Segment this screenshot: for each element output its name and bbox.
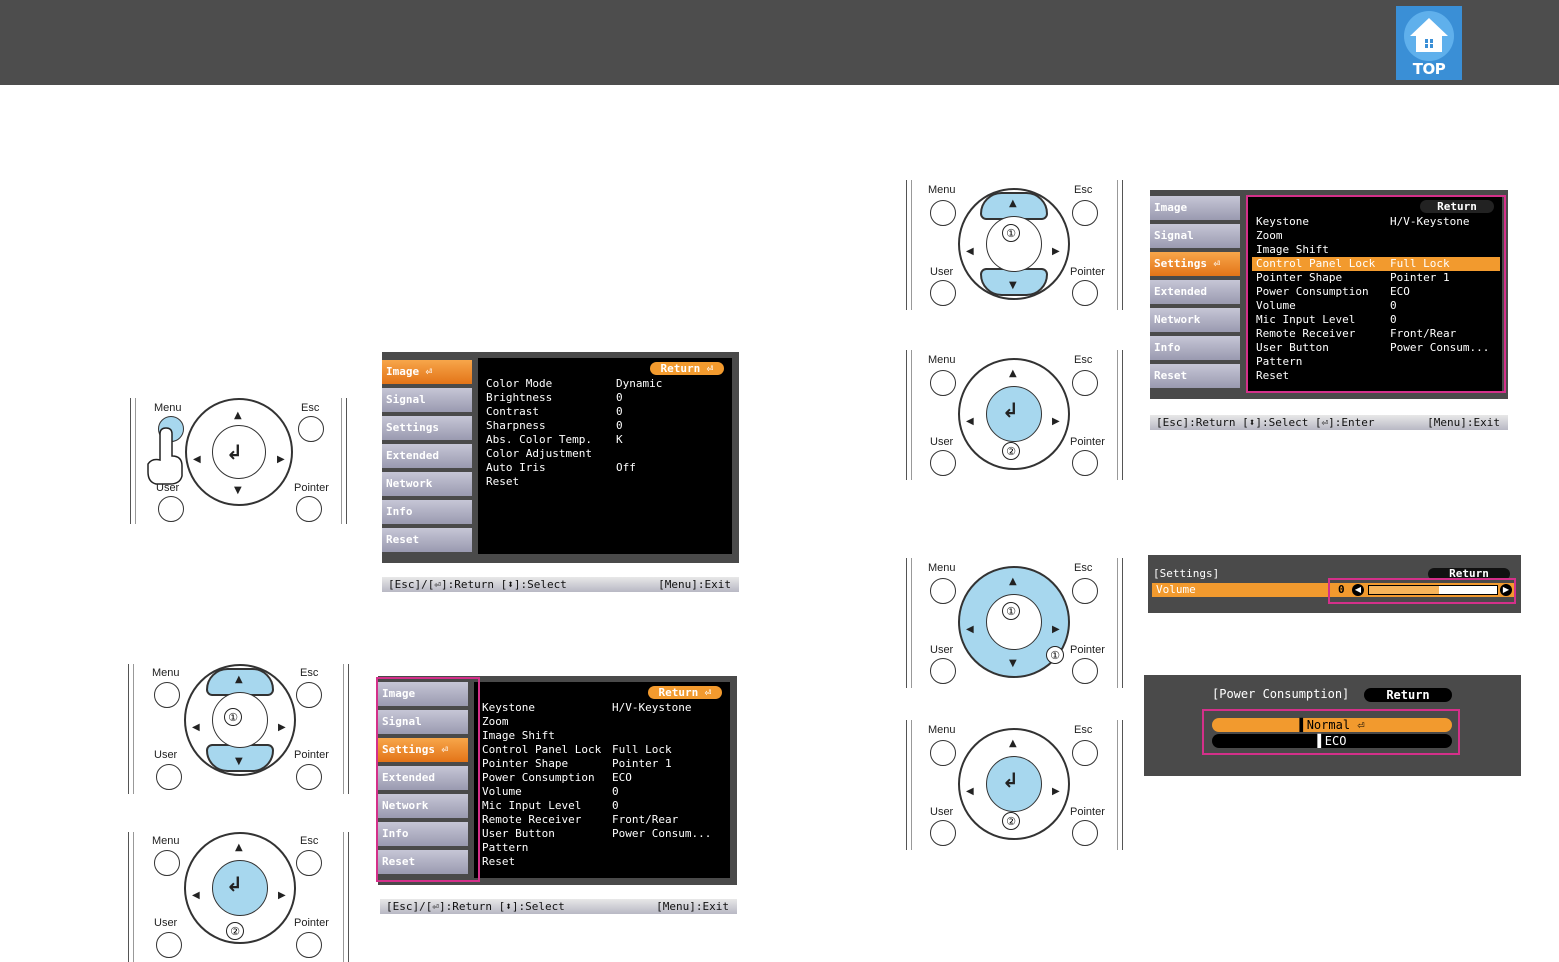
pointer-button[interactable] xyxy=(296,496,322,522)
remote-adjust: Menu Esc ▲ ▼ ◀ ▶ ① ① User Pointer xyxy=(906,558,1124,688)
menu-row-label: Color Adjustment xyxy=(486,447,592,460)
tab-network[interactable]: Network xyxy=(1150,308,1240,332)
menu-row[interactable]: Image Shift xyxy=(478,729,728,743)
top-label: TOP xyxy=(1412,60,1446,78)
menu-row-label: Zoom xyxy=(482,715,509,728)
tab-extended[interactable]: Extended xyxy=(382,444,472,468)
menu-row-label: Abs. Color Temp. xyxy=(486,433,592,446)
menu-row-label: Control Panel Lock xyxy=(482,743,602,756)
remote-enter-3: Menu Esc ▲▼ ◀▶ ↲ ② User Pointer xyxy=(906,720,1124,850)
menu-row[interactable]: Mic Input Level 0 xyxy=(478,799,728,813)
menu-row-value: Off xyxy=(616,461,636,474)
return-button[interactable]: Return xyxy=(1364,688,1452,702)
tab-image[interactable]: Image ⏎ xyxy=(382,360,472,384)
settings-menu-hint-2: [Esc]:Return [⬍]:Select [⏎]:Enter [Menu]… xyxy=(1150,415,1508,430)
menu-row-label: Power Consumption xyxy=(482,771,595,784)
menu-row-value: 0 xyxy=(616,405,623,418)
remote-updown: Menu Esc ▲ ▼ ◀ ▶ ① User Pointer xyxy=(128,664,350,794)
remote-menu-press: Menu Esc ▲ ▼ ◀ ▶ ↲ User Pointer xyxy=(130,398,348,524)
return-button[interactable]: Return ⏎ xyxy=(648,686,722,699)
menu-row-label: Reset xyxy=(486,475,520,488)
tab-settings[interactable]: Settings ⏎ xyxy=(1150,252,1240,276)
menu-row-label: Pointer Shape xyxy=(482,757,569,770)
remote-enter: Menu Esc ▲▼ ◀▶ ↲ ② User Pointer xyxy=(128,832,350,962)
highlight-frame xyxy=(376,677,480,882)
tab-info[interactable]: Info xyxy=(382,500,472,524)
remote-updown-2: Menu Esc ▲ ▼ ◀ ▶ ① User Pointer xyxy=(906,180,1124,310)
menu-row-label: Brightness xyxy=(486,391,553,404)
tab-signal[interactable]: Signal xyxy=(382,388,472,412)
tab-reset[interactable]: Reset xyxy=(382,528,472,552)
menu-row-label: Color Mode xyxy=(486,377,553,390)
menu-row[interactable]: Zoom xyxy=(478,715,728,729)
menu-row-label: Keystone xyxy=(482,701,535,714)
menu-row-label: Image Shift xyxy=(482,729,555,742)
menu-row-label: Sharpness xyxy=(486,419,546,432)
menu-row[interactable]: Abs. Color Temp. K xyxy=(482,433,730,447)
header-bar xyxy=(0,0,1559,85)
image-menu-hint: [Esc]/[⏎]:Return [⬍]:Select [Menu]:Exit xyxy=(382,577,739,592)
menu-row-label: Contrast xyxy=(486,405,539,418)
menu-row[interactable]: Remote Receiver Front/Rear xyxy=(478,813,728,827)
menu-row-value: 0 xyxy=(616,419,623,432)
menu-row[interactable]: Control Panel Lock Full Lock xyxy=(478,743,728,757)
menu-row[interactable]: Pattern xyxy=(478,841,728,855)
menu-row-label: Mic Input Level xyxy=(482,799,582,812)
menu-row-label: Remote Receiver xyxy=(482,813,582,826)
menu-row[interactable]: Reset xyxy=(478,855,728,869)
menu-row-value: 0 xyxy=(612,785,619,798)
menu-row-value: K xyxy=(616,433,623,446)
menu-row[interactable]: Power Consumption ECO xyxy=(478,771,728,785)
menu-row[interactable]: Keystone H/V-Keystone xyxy=(478,701,728,715)
menu-row[interactable]: Color Mode Dynamic xyxy=(482,377,730,391)
menu-row[interactable]: Volume 0 xyxy=(478,785,728,799)
finger-icon xyxy=(147,427,183,485)
menu-row-value: 0 xyxy=(612,799,619,812)
menu-row-value: Pointer 1 xyxy=(612,757,672,770)
menu-row[interactable]: Pointer Shape Pointer 1 xyxy=(478,757,728,771)
menu-row[interactable]: Auto Iris Off xyxy=(482,461,730,475)
menu-row-label: Volume xyxy=(482,785,522,798)
menu-row-value: ECO xyxy=(612,771,632,784)
menu-row[interactable]: Contrast 0 xyxy=(482,405,730,419)
tab-network[interactable]: Network xyxy=(382,472,472,496)
user-button[interactable] xyxy=(158,496,184,522)
image-menu-screen: Image ⏎ Signal Settings Extended Network… xyxy=(382,352,739,563)
tab-extended[interactable]: Extended xyxy=(1150,280,1240,304)
tab-settings[interactable]: Settings xyxy=(382,416,472,440)
tab-image[interactable]: Image xyxy=(1150,196,1240,220)
menu-row[interactable]: Brightness 0 xyxy=(482,391,730,405)
menu-row[interactable]: Reset xyxy=(482,475,730,489)
menu-row-value: Power Consum... xyxy=(612,827,712,840)
highlight-frame-4 xyxy=(1202,709,1460,755)
remote-enter-2: Menu Esc ▲▼ ◀▶ ↲ ② User Pointer xyxy=(906,350,1124,480)
top-button[interactable]: TOP xyxy=(1396,6,1462,80)
menu-row-value: Front/Rear xyxy=(612,813,679,826)
esc-button[interactable] xyxy=(298,416,324,442)
menu-row-label: User Button xyxy=(482,827,555,840)
menu-row-value: H/V-Keystone xyxy=(612,701,692,714)
tab-info[interactable]: Info xyxy=(1150,336,1240,360)
tab-signal[interactable]: Signal xyxy=(1150,224,1240,248)
image-submenu: Return ⏎ Color Mode Dynamic Brightness 0 Con… xyxy=(478,358,732,554)
menu-row[interactable]: Sharpness 0 xyxy=(482,419,730,433)
settings-menu-hint: [Esc]/[⏎]:Return [⬍]:Select [Menu]:Exit xyxy=(380,899,737,914)
menu-row-value: Dynamic xyxy=(616,377,663,390)
menu-row-label: Pattern xyxy=(482,841,529,854)
highlight-frame-3 xyxy=(1328,578,1516,604)
menu-row-label: Auto Iris xyxy=(486,461,546,474)
menu-row-label: Reset xyxy=(482,855,516,868)
return-button[interactable]: Return ⏎ xyxy=(650,362,724,375)
menu-row-value: 0 xyxy=(616,391,623,404)
menu-row-value: Full Lock xyxy=(612,743,672,756)
home-icon xyxy=(1404,11,1454,61)
settings-submenu: Return ⏎ Keystone H/V-Keystone Zoom Image S… xyxy=(474,682,730,878)
menu-row[interactable]: User Button Power Consum... xyxy=(478,827,728,841)
highlight-frame-2 xyxy=(1246,195,1506,393)
menu-row[interactable]: Color Adjustment xyxy=(482,447,730,461)
tab-reset[interactable]: Reset xyxy=(1150,364,1240,388)
